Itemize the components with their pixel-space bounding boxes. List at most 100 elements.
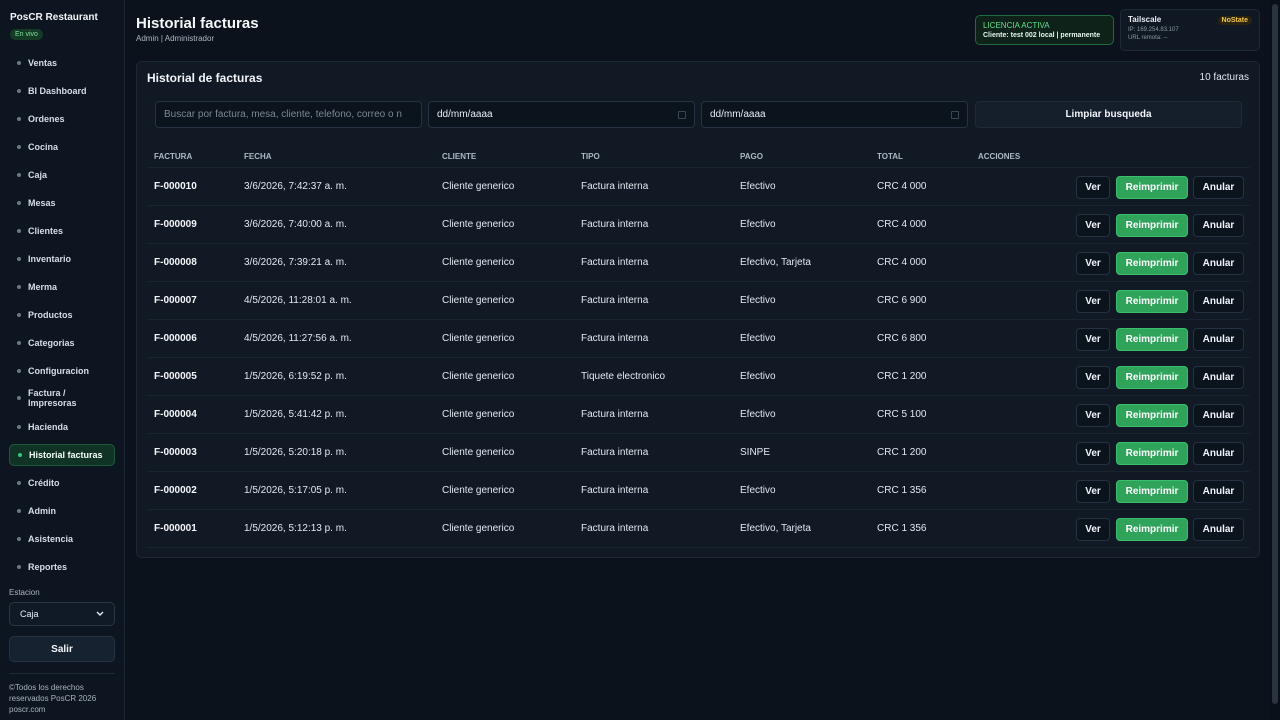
invoice-type: Factura interna xyxy=(581,219,649,230)
void-button[interactable]: Anular xyxy=(1193,442,1244,465)
invoice-client: Cliente generico xyxy=(442,181,515,192)
invoice-payment: Efectivo xyxy=(740,181,776,192)
scrollbar-thumb[interactable] xyxy=(1272,4,1278,704)
void-button[interactable]: Anular xyxy=(1193,518,1244,541)
reprint-button[interactable]: Reimprimir xyxy=(1116,404,1188,427)
sidebar-item[interactable]: Merma xyxy=(9,276,115,298)
void-button[interactable]: Anular xyxy=(1193,404,1244,427)
sidebar-item[interactable]: Ordenes xyxy=(9,108,115,130)
sidebar-item-label: Ordenes xyxy=(28,114,65,124)
view-button[interactable]: Ver xyxy=(1076,290,1110,313)
view-button[interactable]: Ver xyxy=(1076,442,1110,465)
view-button[interactable]: Ver xyxy=(1076,480,1110,503)
table-row: F-000001 1/5/2026, 5:12:13 p. m. Cliente g… xyxy=(147,510,1250,548)
station-select[interactable]: Caja xyxy=(9,602,115,626)
invoice-date: 1/5/2026, 5:17:05 p. m. xyxy=(244,485,347,496)
page-scrollbar[interactable] xyxy=(1270,0,1280,720)
logout-button[interactable]: Salir xyxy=(9,636,115,662)
reprint-button[interactable]: Reimprimir xyxy=(1116,176,1188,199)
void-button[interactable]: Anular xyxy=(1193,290,1244,313)
bullet-icon xyxy=(17,229,21,233)
sidebar-item[interactable]: Historial facturas xyxy=(9,444,115,466)
sidebar-item-label: Admin xyxy=(28,506,56,516)
invoice-date: 3/6/2026, 7:39:21 a. m. xyxy=(244,257,347,268)
sidebar-item-label: Inventario xyxy=(28,254,72,264)
view-button[interactable]: Ver xyxy=(1076,176,1110,199)
sidebar-item[interactable]: Mesas xyxy=(9,192,115,214)
void-button[interactable]: Anular xyxy=(1193,252,1244,275)
sidebar-item-label: Hacienda xyxy=(28,422,69,432)
table-row: F-000005 1/5/2026, 6:19:52 p. m. Cliente g… xyxy=(147,358,1250,396)
table-row: F-000010 3/6/2026, 7:42:37 a. m. Cliente g… xyxy=(147,168,1250,206)
void-button[interactable]: Anular xyxy=(1193,328,1244,351)
tailscale-ip: IP: 169.254.83.107 xyxy=(1128,27,1179,33)
view-button[interactable]: Ver xyxy=(1076,518,1110,541)
sidebar-item-label: Factura / Impresoras xyxy=(28,388,77,408)
reprint-button[interactable]: Reimprimir xyxy=(1116,290,1188,313)
reprint-button[interactable]: Reimprimir xyxy=(1116,214,1188,237)
reprint-button[interactable]: Reimprimir xyxy=(1116,480,1188,503)
sidebar-item[interactable]: Clientes xyxy=(9,220,115,242)
sidebar-item[interactable]: Hacienda xyxy=(9,416,115,438)
sidebar-item[interactable]: Crédito xyxy=(9,472,115,494)
sidebar-item[interactable]: Configuracion xyxy=(9,360,115,382)
sidebar-item[interactable]: Categorias xyxy=(9,332,115,354)
sidebar-item[interactable]: Factura / Impresoras xyxy=(9,385,115,411)
card-title: Historial de facturas xyxy=(147,71,263,85)
sidebar-item[interactable]: BI Dashboard xyxy=(9,80,115,102)
reprint-button[interactable]: Reimprimir xyxy=(1116,366,1188,389)
void-button[interactable]: Anular xyxy=(1193,480,1244,503)
sidebar-item[interactable]: Productos xyxy=(9,304,115,326)
bullet-icon xyxy=(17,145,21,149)
calendar-icon[interactable] xyxy=(678,110,686,119)
void-button[interactable]: Anular xyxy=(1193,214,1244,237)
calendar-icon[interactable] xyxy=(951,110,959,119)
reprint-button[interactable]: Reimprimir xyxy=(1116,442,1188,465)
view-button[interactable]: Ver xyxy=(1076,252,1110,275)
invoice-total: CRC 4 000 xyxy=(877,181,927,192)
footer-link[interactable]: poscr.com xyxy=(9,704,119,715)
invoice-type: Factura interna xyxy=(581,485,649,496)
chevron-down-icon xyxy=(96,609,104,619)
table-body: F-000010 3/6/2026, 7:42:37 a. m. Cliente g… xyxy=(147,168,1250,548)
invoice-type: Factura interna xyxy=(581,523,649,534)
invoice-date: 1/5/2026, 5:41:42 p. m. xyxy=(244,409,347,420)
invoice-type: Factura interna xyxy=(581,181,649,192)
invoice-history-card: Historial de facturas 10 facturas dd/mm/… xyxy=(136,61,1260,558)
sidebar-item[interactable]: Cocina xyxy=(9,136,115,158)
table-row: F-000006 4/5/2026, 11:27:56 a. m. Cliente … xyxy=(147,320,1250,358)
view-button[interactable]: Ver xyxy=(1076,366,1110,389)
view-button[interactable]: Ver xyxy=(1076,404,1110,427)
sidebar-item-label: Merma xyxy=(28,282,58,292)
search-input[interactable] xyxy=(155,101,422,128)
bullet-icon xyxy=(18,453,22,457)
footer-rights: reservados PosCR 2026 xyxy=(9,694,97,703)
sidebar-item[interactable]: Admin xyxy=(9,500,115,522)
date-from-input[interactable]: dd/mm/aaaa xyxy=(428,101,695,128)
bullet-icon xyxy=(17,396,21,400)
void-button[interactable]: Anular xyxy=(1193,176,1244,199)
reprint-button[interactable]: Reimprimir xyxy=(1116,328,1188,351)
date-to-input[interactable]: dd/mm/aaaa xyxy=(701,101,968,128)
invoice-total: CRC 1 200 xyxy=(877,371,927,382)
view-button[interactable]: Ver xyxy=(1076,214,1110,237)
invoice-total: CRC 4 000 xyxy=(877,219,927,230)
bullet-icon xyxy=(17,201,21,205)
bullet-icon xyxy=(17,89,21,93)
sidebar-item[interactable]: Caja xyxy=(9,164,115,186)
sidebar-item[interactable]: Ventas xyxy=(9,52,115,74)
view-button[interactable]: Ver xyxy=(1076,328,1110,351)
date-to-value: dd/mm/aaaa xyxy=(710,109,766,120)
reprint-button[interactable]: Reimprimir xyxy=(1116,518,1188,541)
bullet-icon xyxy=(17,285,21,289)
clear-search-button[interactable]: Limpiar busqueda xyxy=(975,101,1242,128)
bullet-icon xyxy=(17,565,21,569)
sidebar-item[interactable]: Reportes xyxy=(9,556,115,578)
sidebar-item[interactable]: Asistencia xyxy=(9,528,115,550)
void-button[interactable]: Anular xyxy=(1193,366,1244,389)
sidebar-item[interactable]: Inventario xyxy=(9,248,115,270)
license-detail: Cliente: test 002 local | permanente xyxy=(983,32,1101,39)
reprint-button[interactable]: Reimprimir xyxy=(1116,252,1188,275)
table-header: FACTURA FECHA CLIENTE TIPO PAGO TOTAL AC… xyxy=(147,144,1250,168)
invoice-type: Tiquete electronico xyxy=(581,371,666,382)
